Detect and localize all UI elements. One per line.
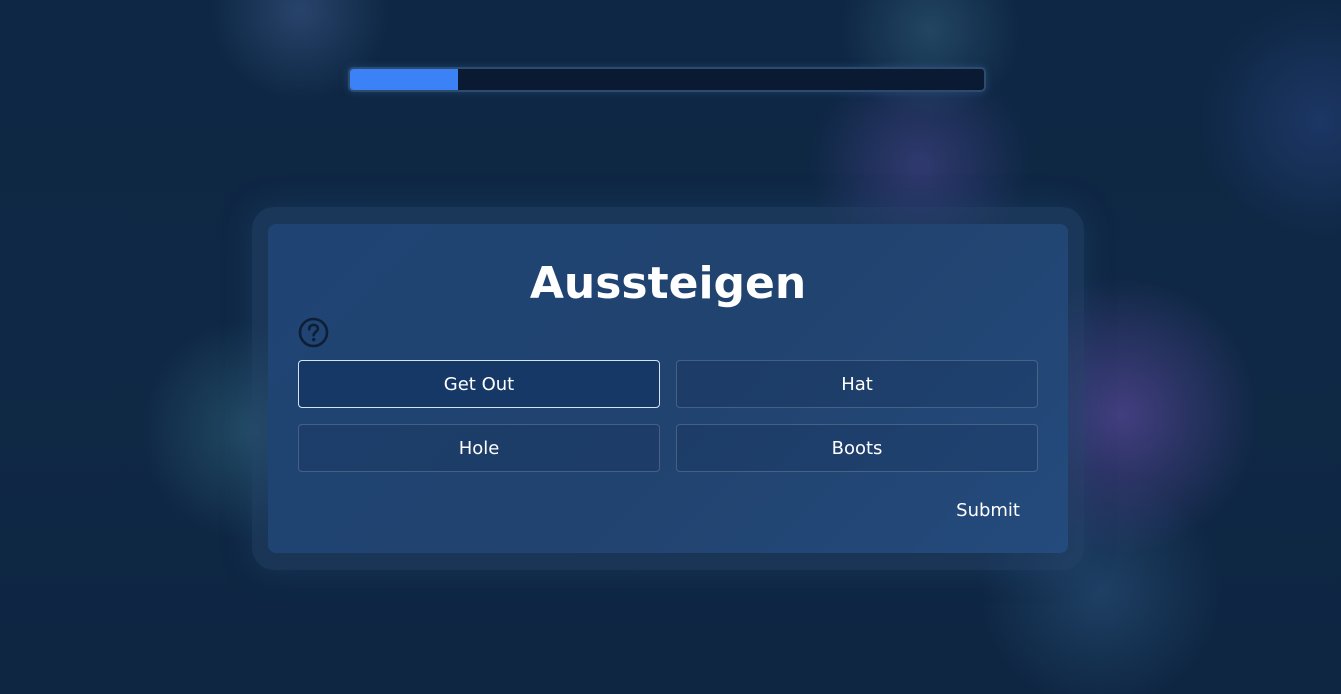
question-title: Aussteigen — [529, 258, 807, 309]
question-card: Aussteigen Get Out Hat Hole Boots Submit — [268, 224, 1068, 553]
option-hat-button[interactable]: Hat — [676, 360, 1038, 408]
progress-bar — [348, 67, 986, 92]
answer-options: Get Out Hat Hole Boots — [298, 360, 1038, 472]
option-hole-button[interactable]: Hole — [298, 424, 660, 472]
option-get-out-button[interactable]: Get Out — [298, 360, 660, 408]
submit-button[interactable]: Submit — [956, 500, 1020, 521]
question-circle-icon[interactable] — [298, 317, 329, 348]
option-boots-button[interactable]: Boots — [676, 424, 1038, 472]
progress-fill — [350, 69, 458, 90]
